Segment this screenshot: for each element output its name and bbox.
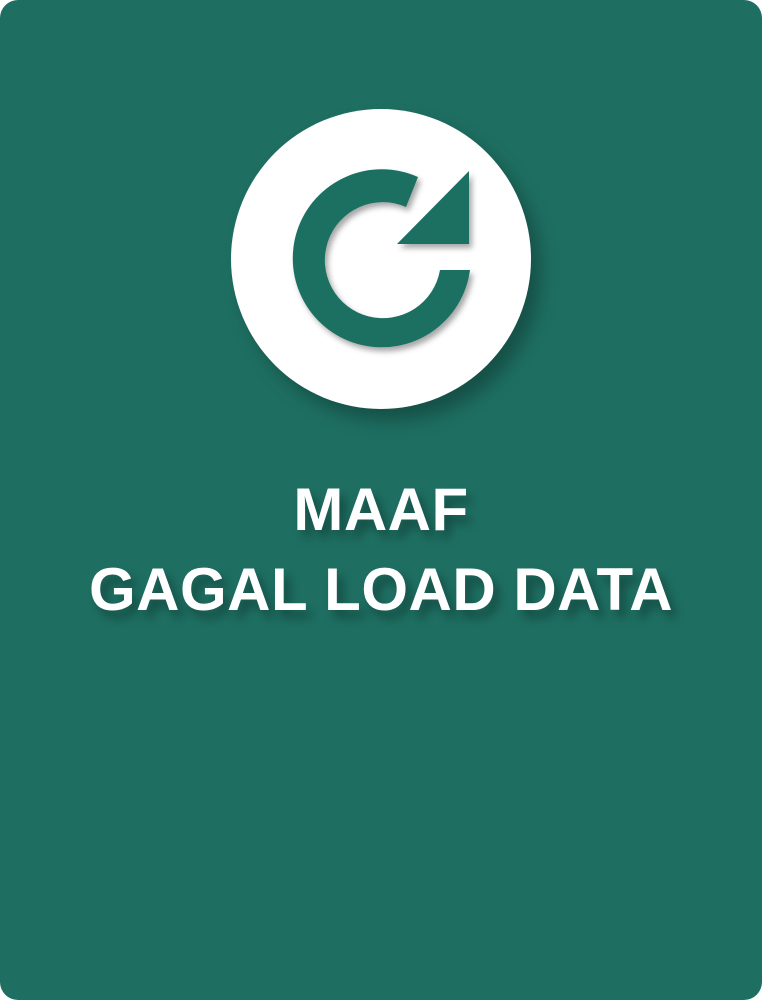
reload-button[interactable] bbox=[231, 109, 531, 409]
error-subtitle: GAGAL LOAD DATA bbox=[88, 556, 674, 623]
error-card: MAAF GAGAL LOAD DATA bbox=[0, 0, 762, 1000]
error-message: MAAF GAGAL LOAD DATA bbox=[0, 470, 762, 630]
error-title: MAAF bbox=[293, 476, 469, 543]
refresh-icon bbox=[292, 169, 470, 348]
